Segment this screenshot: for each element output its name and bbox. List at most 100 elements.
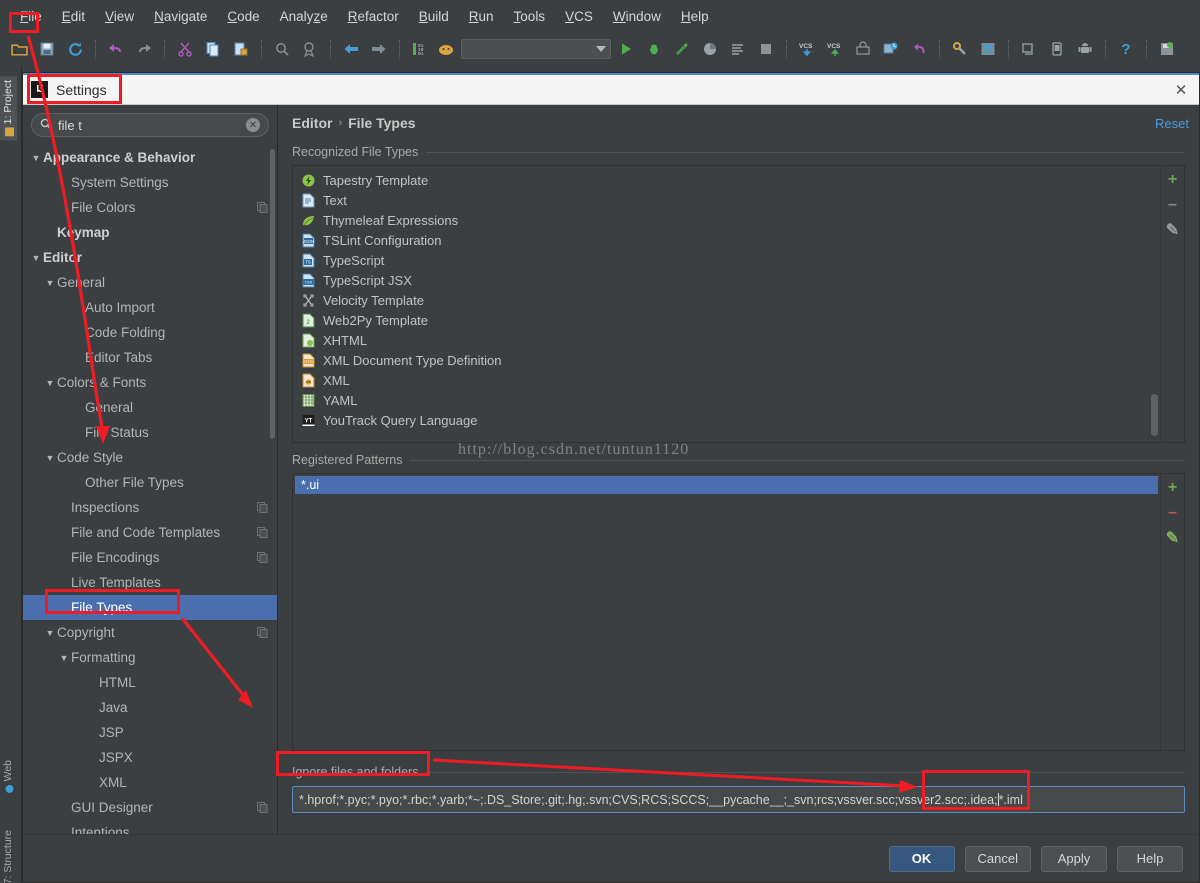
sync-gradle-icon[interactable] [1154, 36, 1180, 62]
file-type-row[interactable]: YT YouTrack Query Language [293, 410, 1160, 430]
file-type-row[interactable]: TS TypeScript [293, 250, 1160, 270]
sidebar-item-file-and-code-templates[interactable]: File and Code Templates [23, 520, 277, 545]
remove-pattern-button[interactable]: – [1165, 504, 1181, 521]
copy-settings-icon[interactable] [256, 801, 269, 814]
save-all-icon[interactable] [34, 36, 60, 62]
menu-item-edit[interactable]: Edit [52, 5, 95, 28]
cut-icon[interactable] [172, 36, 198, 62]
attach-icon[interactable] [725, 36, 751, 62]
menu-item-tools[interactable]: Tools [504, 5, 556, 28]
sidebar-item-xml[interactable]: XML [23, 770, 277, 795]
sdk-manager-icon[interactable] [1016, 36, 1042, 62]
sidebar-item-file-status[interactable]: File Status [23, 420, 277, 445]
android-icon[interactable] [1072, 36, 1098, 62]
file-type-row[interactable]: DTD XML Document Type Definition [293, 350, 1160, 370]
chevron-down-icon[interactable]: ▼ [43, 378, 57, 388]
cancel-button[interactable]: Cancel [964, 845, 1031, 872]
apply-button[interactable]: Apply [1041, 845, 1107, 872]
settings-wrench-icon[interactable] [947, 36, 973, 62]
menu-item-code[interactable]: Code [217, 5, 269, 28]
file-types-scrollbar[interactable] [1151, 394, 1158, 436]
find-icon[interactable] [269, 36, 295, 62]
back-icon[interactable] [338, 36, 364, 62]
chevron-down-icon[interactable]: ▼ [43, 278, 57, 288]
file-type-row[interactable]: Tapestry Template [293, 170, 1160, 190]
sidebar-item-other-file-types[interactable]: Other File Types [23, 470, 277, 495]
sidebar-item-colors-fonts[interactable]: ▼ Colors & Fonts [23, 370, 277, 395]
sidebar-item-copyright[interactable]: ▼ Copyright [23, 620, 277, 645]
add-file-type-button[interactable]: + [1165, 171, 1181, 188]
search-box[interactable]: file t ✕ [31, 113, 269, 137]
menu-item-analyze[interactable]: Analyze [270, 5, 338, 28]
sidebar-item-keymap[interactable]: Keymap [23, 220, 277, 245]
ok-button[interactable]: OK [888, 845, 955, 872]
sidebar-item-html[interactable]: HTML [23, 670, 277, 695]
sidebar-item-general[interactable]: General [23, 395, 277, 420]
file-type-row[interactable]: XML [293, 370, 1160, 390]
file-type-row[interactable]: XHTML [293, 330, 1160, 350]
vcs-update-icon[interactable]: VCS [794, 36, 820, 62]
debug-icon[interactable] [641, 36, 667, 62]
chevron-down-icon[interactable]: ▼ [43, 628, 57, 638]
menu-item-refactor[interactable]: Refactor [338, 5, 409, 28]
stop-icon[interactable] [753, 36, 779, 62]
sidebar-item-code-style[interactable]: ▼ Code Style [23, 445, 277, 470]
profile-icon[interactable] [697, 36, 723, 62]
paste-icon[interactable] [228, 36, 254, 62]
sidebar-item-code-folding[interactable]: Code Folding [23, 320, 277, 345]
search-input[interactable]: file t [58, 118, 240, 133]
file-type-row[interactable]: Text [293, 190, 1160, 210]
sidebar-item-editor[interactable]: ▼ Editor [23, 245, 277, 270]
menu-item-window[interactable]: Window [603, 5, 671, 28]
registered-patterns-list[interactable]: *.ui [293, 474, 1160, 750]
project-structure-icon[interactable] [975, 36, 1001, 62]
file-type-row[interactable]: 2 Web2Py Template [293, 310, 1160, 330]
coverage-icon[interactable] [669, 36, 695, 62]
menu-item-run[interactable]: Run [459, 5, 504, 28]
sidebar-item-gui-designer[interactable]: GUI Designer [23, 795, 277, 820]
sync-refresh-icon[interactable] [62, 36, 88, 62]
sidebar-item-appearance-behavior[interactable]: ▼ Appearance & Behavior [23, 145, 277, 170]
chevron-down-icon[interactable]: ▼ [43, 453, 57, 463]
copy-settings-icon[interactable] [256, 201, 269, 214]
menu-item-navigate[interactable]: Navigate [144, 5, 217, 28]
forward-icon[interactable] [366, 36, 392, 62]
recognized-file-types-list[interactable]: Tapestry Template Text Thymeleaf Expressio… [293, 166, 1160, 442]
menu-item-file[interactable]: File [10, 5, 52, 28]
reset-link[interactable]: Reset [1155, 116, 1189, 131]
copy-settings-icon[interactable] [256, 501, 269, 514]
sidebar-item-file-colors[interactable]: File Colors [23, 195, 277, 220]
copy-icon[interactable] [200, 36, 226, 62]
edit-file-type-button[interactable]: ✎ [1165, 222, 1181, 239]
rollback-icon[interactable] [906, 36, 932, 62]
remove-file-type-button[interactable]: – [1165, 196, 1181, 213]
tool-window-tab-web[interactable]: Web [0, 756, 17, 797]
undo-icon[interactable] [103, 36, 129, 62]
help-button[interactable]: Help [1117, 845, 1183, 872]
run-configuration-selector[interactable] [461, 39, 611, 59]
compile-icon[interactable]: 01 10 01 [407, 36, 433, 62]
tool-window-tab-structure[interactable]: 7: Structure [0, 826, 17, 883]
sidebar-item-live-templates[interactable]: Live Templates [23, 570, 277, 595]
sidebar-item-jsp[interactable]: JSP [23, 720, 277, 745]
sidebar-item-inspections[interactable]: Inspections [23, 495, 277, 520]
sidebar-item-editor-tabs[interactable]: Editor Tabs [23, 345, 277, 370]
run-icon[interactable] [613, 36, 639, 62]
ignore-files-input[interactable]: *.hprof;*.pyc;*.pyo;*.rbc;*.yarb;*~;.DS_… [292, 786, 1185, 813]
settings-tree[interactable]: ▼ Appearance & Behavior System Settings Fil… [23, 143, 277, 834]
vcs-commit-icon[interactable]: VCS [822, 36, 848, 62]
menu-item-build[interactable]: Build [409, 5, 459, 28]
menu-item-vcs[interactable]: VCS [555, 5, 603, 28]
file-type-row[interactable]: Velocity Template [293, 290, 1160, 310]
file-type-row[interactable]: JSON TSLint Configuration [293, 230, 1160, 250]
copy-settings-icon[interactable] [256, 626, 269, 639]
sidebar-item-intentions[interactable]: Intentions [23, 820, 277, 834]
sidebar-item-auto-import[interactable]: Auto Import [23, 295, 277, 320]
chevron-down-icon[interactable]: ▼ [57, 653, 71, 663]
find-usages-icon[interactable] [297, 36, 323, 62]
close-icon[interactable]: ✕ [1169, 78, 1193, 102]
pattern-row[interactable]: *.ui [295, 476, 1158, 494]
tool-window-tab-project[interactable]: 1: Project [0, 76, 17, 141]
sidebar-item-general[interactable]: ▼ General [23, 270, 277, 295]
chevron-down-icon[interactable]: ▼ [29, 153, 43, 163]
